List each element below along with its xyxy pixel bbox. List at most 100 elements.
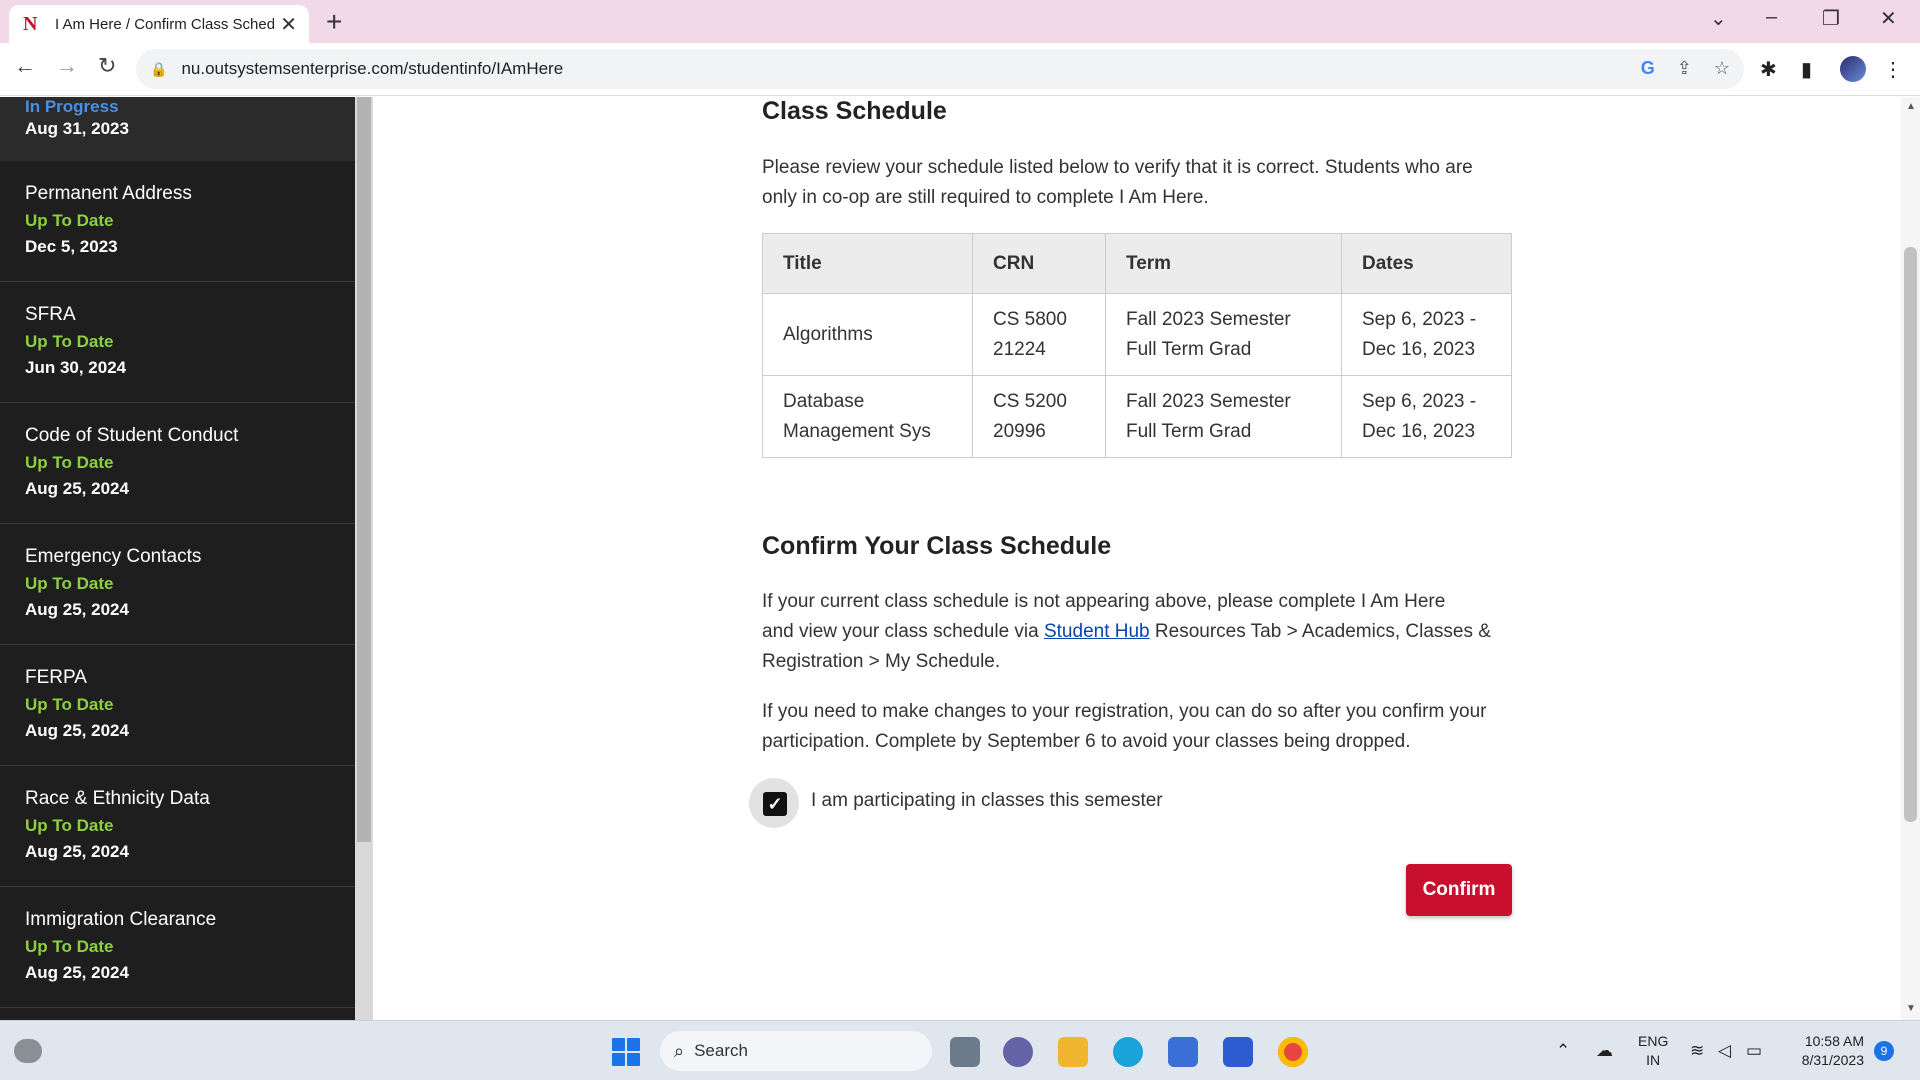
kebab-menu-icon[interactable]: ⋮ <box>1883 57 1903 82</box>
sidebar-item-emergency-contacts[interactable]: Emergency Contacts Up To Date Aug 25, 20… <box>0 524 355 645</box>
edge-browser-icon[interactable] <box>1113 1037 1143 1067</box>
term-cell: Fall 2023 Semester Full Term Grad <box>1105 293 1342 376</box>
confirm-para-line-1: If your current class schedule is not ap… <box>762 591 1446 612</box>
reload-icon[interactable]: ↻ <box>98 53 116 79</box>
share-icon[interactable]: ⇪ <box>1677 58 1692 79</box>
schedule-intro-line-1: Please review your schedule listed below… <box>762 157 1473 178</box>
browser-tab-bar: N I Am Here / Confirm Class Schedule ✕ +… <box>0 0 1920 43</box>
microsoft-store-icon[interactable] <box>1168 1037 1198 1067</box>
confirm-button[interactable]: Confirm <box>1406 864 1512 916</box>
sidebar-item-status: Up To Date <box>25 816 114 835</box>
sidebar-item-status: Up To Date <box>25 332 114 351</box>
bookmark-star-icon[interactable]: ☆ <box>1714 58 1730 79</box>
restore-icon[interactable]: ❐ <box>1822 6 1840 31</box>
confirm-para-line-2: and view your class schedule via Student… <box>762 617 1491 647</box>
lock-icon[interactable]: 🔒 <box>150 61 167 78</box>
sidebar-item-immigration-clearance[interactable]: Immigration Clearance Up To Date Aug 25,… <box>0 887 355 1008</box>
sidebar-item-status: Up To Date <box>25 211 114 230</box>
participation-checkbox[interactable]: ✓ <box>749 778 799 828</box>
sidebar-item-date: Dec 5, 2023 <box>25 237 118 256</box>
sidebar-item-label: Permanent Address <box>25 183 192 204</box>
crn-number: 20996 <box>993 420 1046 442</box>
close-tab-icon[interactable]: ✕ <box>280 12 297 37</box>
clock-date: 8/31/2023 <box>1801 1052 1864 1068</box>
confirm-schedule-heading: Confirm Your Class Schedule <box>762 532 1112 560</box>
start-date: Sep 6, 2023 - <box>1362 390 1477 412</box>
system-clock[interactable]: 10:58 AM 8/31/2023 <box>1788 1032 1864 1070</box>
page-scrollbar-thumb[interactable] <box>1904 247 1917 822</box>
column-header-term: Term <box>1105 233 1342 294</box>
checkmark-icon[interactable]: ✓ <box>763 792 787 816</box>
table-row: Database Management Sys CS 5200 20996 Fall… <box>762 375 1512 458</box>
sidebar-item-code-of-conduct[interactable]: Code of Student Conduct Up To Date Aug 2… <box>0 403 355 524</box>
page-scrollbar[interactable]: ▲ ▼ <box>1901 97 1920 1020</box>
sidebar-item-permanent-address[interactable]: Permanent Address Up To Date Dec 5, 2023 <box>0 161 355 282</box>
student-hub-link[interactable]: Student Hub <box>1044 621 1150 642</box>
sidebar-item-race-ethnicity[interactable]: Race & Ethnicity Data Up To Date Aug 25,… <box>0 766 355 887</box>
sidebar-item-status: Up To Date <box>25 695 114 714</box>
new-tab-icon[interactable]: + <box>326 6 342 38</box>
notification-badge[interactable]: 9 <box>1874 1041 1894 1061</box>
outsystems-app-icon[interactable] <box>1223 1037 1253 1067</box>
term-cell: Fall 2023 Semester Full Term Grad <box>1105 375 1342 458</box>
minimize-icon[interactable]: – <box>1766 6 1777 29</box>
google-icon[interactable]: G <box>1641 58 1655 79</box>
file-explorer-icon[interactable] <box>1058 1037 1088 1067</box>
deadline-para-line-2: participation. Complete by September 6 t… <box>762 731 1411 752</box>
task-view-icon[interactable] <box>950 1037 980 1067</box>
extensions-puzzle-icon[interactable]: ✱ <box>1760 57 1777 82</box>
forward-arrow-icon[interactable]: → <box>56 53 78 79</box>
sidebar-item-label: Race & Ethnicity Data <box>25 788 210 809</box>
battery-icon[interactable]: ▭ <box>1746 1041 1762 1061</box>
crn-number: 21224 <box>993 338 1046 360</box>
browser-tab[interactable]: N I Am Here / Confirm Class Schedule ✕ <box>9 5 309 43</box>
sidebar-item-status: In Progress <box>25 97 119 116</box>
sidebar-item-ferpa[interactable]: FERPA Up To Date Aug 25, 2024 <box>0 645 355 766</box>
table-header-row: Title CRN Term Dates <box>762 233 1512 294</box>
column-header-title: Title <box>762 233 973 294</box>
course-title-cont: Management Sys <box>783 420 931 442</box>
dates-cell: Sep 6, 2023 - Dec 16, 2023 <box>1341 375 1512 458</box>
volume-icon[interactable]: ◁ <box>1718 1041 1731 1061</box>
chrome-browser-icon[interactable] <box>1278 1037 1308 1067</box>
back-arrow-icon[interactable]: ← <box>14 53 36 79</box>
wifi-icon[interactable]: ≋ <box>1690 1041 1704 1061</box>
term-name: Fall 2023 Semester <box>1126 308 1291 330</box>
dates-cell: Sep 6, 2023 - Dec 16, 2023 <box>1341 293 1512 376</box>
start-button[interactable] <box>612 1038 640 1066</box>
side-panel-icon[interactable]: ▮ <box>1801 57 1812 82</box>
teams-chat-icon[interactable] <box>1003 1037 1033 1067</box>
scroll-down-icon[interactable]: ▼ <box>1906 1003 1916 1014</box>
main-content: Class Schedule Please review your schedu… <box>373 97 1901 1020</box>
start-logo-pane <box>627 1053 640 1066</box>
close-window-icon[interactable]: ✕ <box>1880 6 1897 31</box>
sidebar-item-current[interactable]: In Progress Aug 31, 2023 <box>0 97 355 161</box>
sidebar-item-status: Up To Date <box>25 574 114 593</box>
language-indicator[interactable]: ENG IN <box>1638 1032 1668 1070</box>
participation-checkbox-label[interactable]: I am participating in classes this semes… <box>811 790 1163 812</box>
show-hidden-icons-chevron-icon[interactable]: ⌃ <box>1556 1041 1570 1061</box>
course-title: Database <box>783 390 865 412</box>
sidebar-item-date: Aug 25, 2024 <box>25 600 129 619</box>
sidebar-scrollbar[interactable] <box>355 97 373 1020</box>
site-favicon-icon: N <box>23 12 38 35</box>
sidebar-scrollbar-thumb[interactable] <box>357 97 371 842</box>
class-schedule-table: Title CRN Term Dates Algorithms CS 5800 2… <box>762 233 1512 458</box>
confirm-para-line-3: Registration > My Schedule. <box>762 651 1001 672</box>
sidebar-item-label: Code of Student Conduct <box>25 425 239 446</box>
course-title: Algorithms <box>783 323 873 345</box>
search-icon: ⌕ <box>674 1040 685 1061</box>
profile-avatar[interactable] <box>1840 56 1866 82</box>
tab-search-chevron-icon[interactable]: ⌄ <box>1710 6 1727 31</box>
taskbar-search[interactable]: ⌕ Search <box>660 1031 932 1071</box>
sidebar-item-status: Up To Date <box>25 453 114 472</box>
region-code: IN <box>1646 1052 1661 1068</box>
sidebar-item-sfra[interactable]: SFRA Up To Date Jun 30, 2024 <box>0 282 355 403</box>
scroll-up-icon[interactable]: ▲ <box>1906 101 1916 112</box>
start-logo-pane <box>612 1053 625 1066</box>
onedrive-cloud-icon[interactable]: ☁ <box>1596 1041 1613 1061</box>
address-bar[interactable]: 🔒 nu.outsystemsenterprise.com/studentinf… <box>136 49 1744 89</box>
weather-widget-icon[interactable] <box>14 1039 42 1063</box>
browser-toolbar: ← → ↻ 🔒 nu.outsystemsenterprise.com/stud… <box>0 43 1920 96</box>
course-title-cell: Database Management Sys <box>762 375 973 458</box>
